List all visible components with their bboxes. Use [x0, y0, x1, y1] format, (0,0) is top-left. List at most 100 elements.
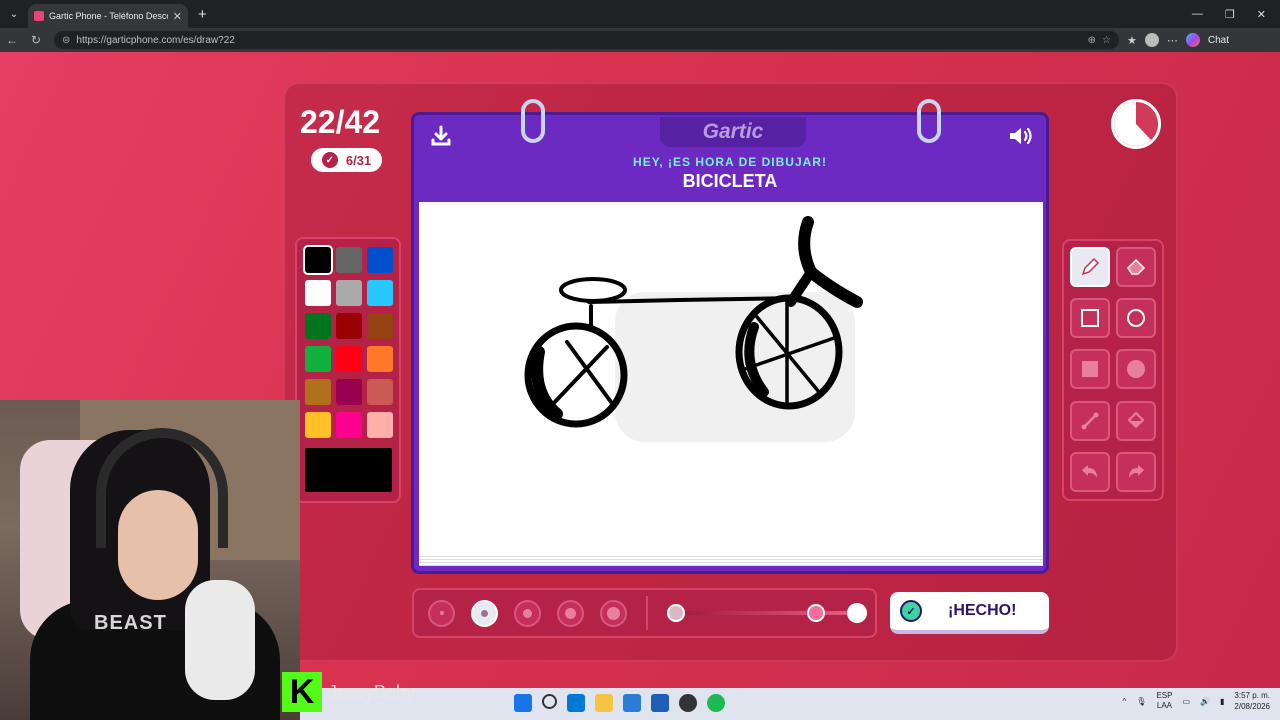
line-tool[interactable] — [1070, 400, 1110, 441]
close-window-button[interactable]: ✕ — [1257, 8, 1266, 21]
tab-close-icon[interactable]: ✕ — [173, 10, 182, 23]
outlook-icon[interactable] — [651, 694, 669, 712]
tab-title: Gartic Phone - Teléfono Descomp — [49, 11, 168, 21]
webcam-overlay: BEAST — [0, 400, 300, 720]
color-swatch[interactable] — [367, 313, 393, 339]
zoom-icon[interactable]: ⊕ — [1088, 35, 1096, 46]
color-swatch[interactable] — [305, 412, 331, 438]
reload-icon[interactable]: ↻ — [24, 33, 48, 47]
file-explorer-icon[interactable] — [595, 694, 613, 712]
color-swatch[interactable] — [367, 247, 393, 273]
square-fill-tool[interactable] — [1070, 349, 1110, 390]
copilot-icon[interactable] — [1185, 33, 1200, 47]
browser-tab[interactable]: Gartic Phone - Teléfono Descomp ✕ — [28, 4, 188, 28]
taskbar-apps — [514, 694, 725, 712]
more-menu-icon[interactable]: ⋯ — [1167, 34, 1178, 47]
search-icon[interactable] — [542, 694, 557, 709]
brush-size-dot — [439, 611, 444, 615]
network-icon[interactable]: ▭ — [1182, 697, 1190, 706]
bucket-tool[interactable] — [1116, 400, 1156, 441]
speaker-icon[interactable]: 🔊 — [1200, 697, 1210, 706]
volume-icon[interactable] — [1008, 125, 1034, 147]
restore-button[interactable]: ❐ — [1225, 8, 1235, 21]
new-tab-button[interactable]: + — [198, 6, 207, 23]
tray-chevron-icon[interactable]: ^ — [1123, 697, 1127, 706]
square-outline-tool[interactable] — [1070, 298, 1110, 339]
tab-list-chevron-icon[interactable]: ⌄ — [0, 0, 28, 28]
brush-size-dot — [565, 607, 576, 619]
webcam-headset — [96, 428, 228, 548]
gartic-favicon-icon — [34, 11, 44, 21]
square-fill-icon — [1082, 361, 1098, 378]
back-icon[interactable]: ← — [0, 33, 24, 47]
webcam-microphone — [185, 580, 255, 700]
color-swatch[interactable] — [303, 245, 333, 275]
timer-pie — [1111, 99, 1161, 149]
opacity-slider[interactable] — [666, 601, 867, 625]
obs-icon[interactable] — [679, 694, 697, 712]
clock[interactable]: 3:57 p. m. 2/08/2026 — [1234, 690, 1270, 712]
draw-prompt: HEY, ¡ES HORA DE DIBUJAR! — [633, 155, 827, 169]
favorites-icon[interactable]: ★ — [1127, 34, 1137, 47]
color-swatch[interactable] — [336, 346, 362, 372]
undo-tool[interactable] — [1070, 451, 1110, 492]
brush-size-button[interactable] — [471, 599, 498, 627]
watermark-logo — [615, 292, 855, 442]
color-swatch[interactable] — [305, 313, 331, 339]
download-icon[interactable] — [430, 125, 452, 147]
brush-size-dot — [523, 608, 532, 618]
circle-fill-tool[interactable] — [1116, 349, 1156, 390]
opacity-knob[interactable] — [806, 604, 825, 622]
color-swatch[interactable] — [367, 346, 393, 372]
lang-layout: LAA — [1156, 701, 1173, 710]
microphone-icon[interactable]: 🎙 — [1136, 697, 1146, 706]
color-swatch[interactable] — [336, 412, 362, 438]
pencil-tool[interactable] — [1070, 247, 1110, 287]
lang-code: ESP — [1156, 691, 1173, 700]
brush-size-button[interactable] — [600, 599, 627, 627]
profile-avatar[interactable] — [1144, 33, 1159, 47]
system-tray: ^ 🎙 ESP LAA ▭ 🔊 ▮ 3:57 p. m. 2/08/2026 — [1123, 690, 1270, 712]
streamer-name: JessyBaby — [328, 682, 416, 702]
brush-size-button[interactable] — [557, 599, 584, 627]
windows-taskbar: ^ 🎙 ESP LAA ▭ 🔊 ▮ 3:57 p. m. 2/08/2026 — [300, 688, 1280, 720]
brush-settings-bar — [412, 588, 877, 638]
undo-icon — [1082, 464, 1097, 478]
edge-icon[interactable] — [567, 694, 585, 712]
color-swatch[interactable] — [367, 412, 393, 438]
players-done-badge: ✓ 6/31 — [311, 148, 382, 172]
color-swatch[interactable] — [367, 280, 393, 306]
brush-size-button[interactable] — [514, 599, 541, 627]
store-icon[interactable] — [623, 694, 641, 712]
windows-start-icon[interactable] — [514, 694, 532, 712]
browser-toolbar: ← ↻ ⊜ https://garticphone.com/es/draw?22… — [0, 28, 1280, 52]
color-swatch[interactable] — [305, 346, 331, 372]
color-swatch[interactable] — [336, 247, 362, 273]
drawing-canvas[interactable] — [419, 202, 1043, 554]
minimize-button[interactable]: — — [1192, 8, 1203, 21]
language-indicator[interactable]: ESP LAA — [1156, 691, 1172, 711]
kick-logo: K — [282, 672, 322, 712]
spotify-icon[interactable] — [707, 694, 725, 712]
circle-outline-tool[interactable] — [1116, 298, 1156, 339]
address-bar[interactable]: ⊜ https://garticphone.com/es/draw?22 ⊕ ☆ — [54, 31, 1119, 49]
color-swatch[interactable] — [305, 280, 331, 306]
check-icon: ✓ — [321, 152, 338, 168]
chat-button[interactable]: Chat — [1208, 35, 1229, 46]
color-swatch[interactable] — [336, 313, 362, 339]
done-button[interactable]: ✓ ¡HECHO! — [890, 592, 1049, 634]
eraser-tool[interactable] — [1116, 247, 1156, 287]
eraser-icon — [1127, 258, 1146, 275]
battery-icon[interactable]: ▮ — [1220, 697, 1224, 706]
site-info-icon[interactable]: ⊜ — [62, 35, 70, 46]
brush-size-button[interactable] — [428, 599, 455, 627]
favorite-star-icon[interactable]: ☆ — [1102, 35, 1111, 46]
color-swatch[interactable] — [336, 280, 362, 306]
url-text: https://garticphone.com/es/draw?22 — [76, 34, 235, 46]
color-swatch[interactable] — [336, 379, 362, 405]
redo-tool[interactable] — [1116, 451, 1156, 492]
color-swatch[interactable] — [367, 379, 393, 405]
shirt-print: BEAST — [94, 612, 167, 634]
color-swatch[interactable] — [305, 379, 331, 405]
gartic-logo: Gartic — [660, 117, 806, 147]
